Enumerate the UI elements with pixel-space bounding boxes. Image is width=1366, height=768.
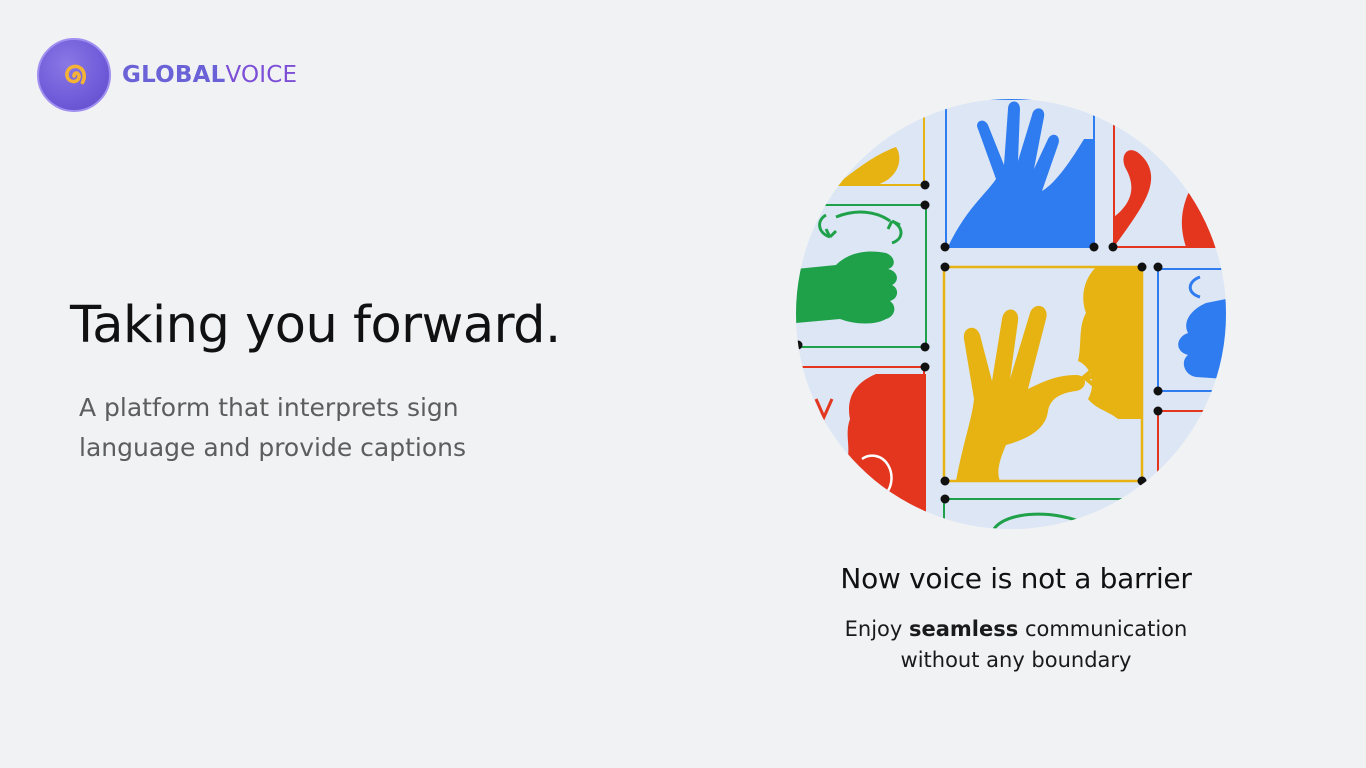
brand-name-part1: GLOBAL <box>122 62 226 88</box>
brand-name-part2: VOICE <box>225 62 298 88</box>
tagline: Now voice is not a barrier <box>840 562 1192 595</box>
brand-name: GLOBALVOICE <box>122 62 297 88</box>
hero-subtitle: A platform that interprets sign language… <box>79 393 466 462</box>
brand-logo[interactable]: GLOBALVOICE <box>37 38 297 112</box>
desc-bold: seamless <box>909 617 1019 641</box>
swirl-icon <box>37 38 111 112</box>
feature-description: Enjoy seamless communication without any… <box>812 614 1220 676</box>
sign-language-hands-illustration <box>796 99 1226 529</box>
desc-before: Enjoy <box>844 617 910 641</box>
hero-title: Taking you forward. <box>70 296 561 355</box>
